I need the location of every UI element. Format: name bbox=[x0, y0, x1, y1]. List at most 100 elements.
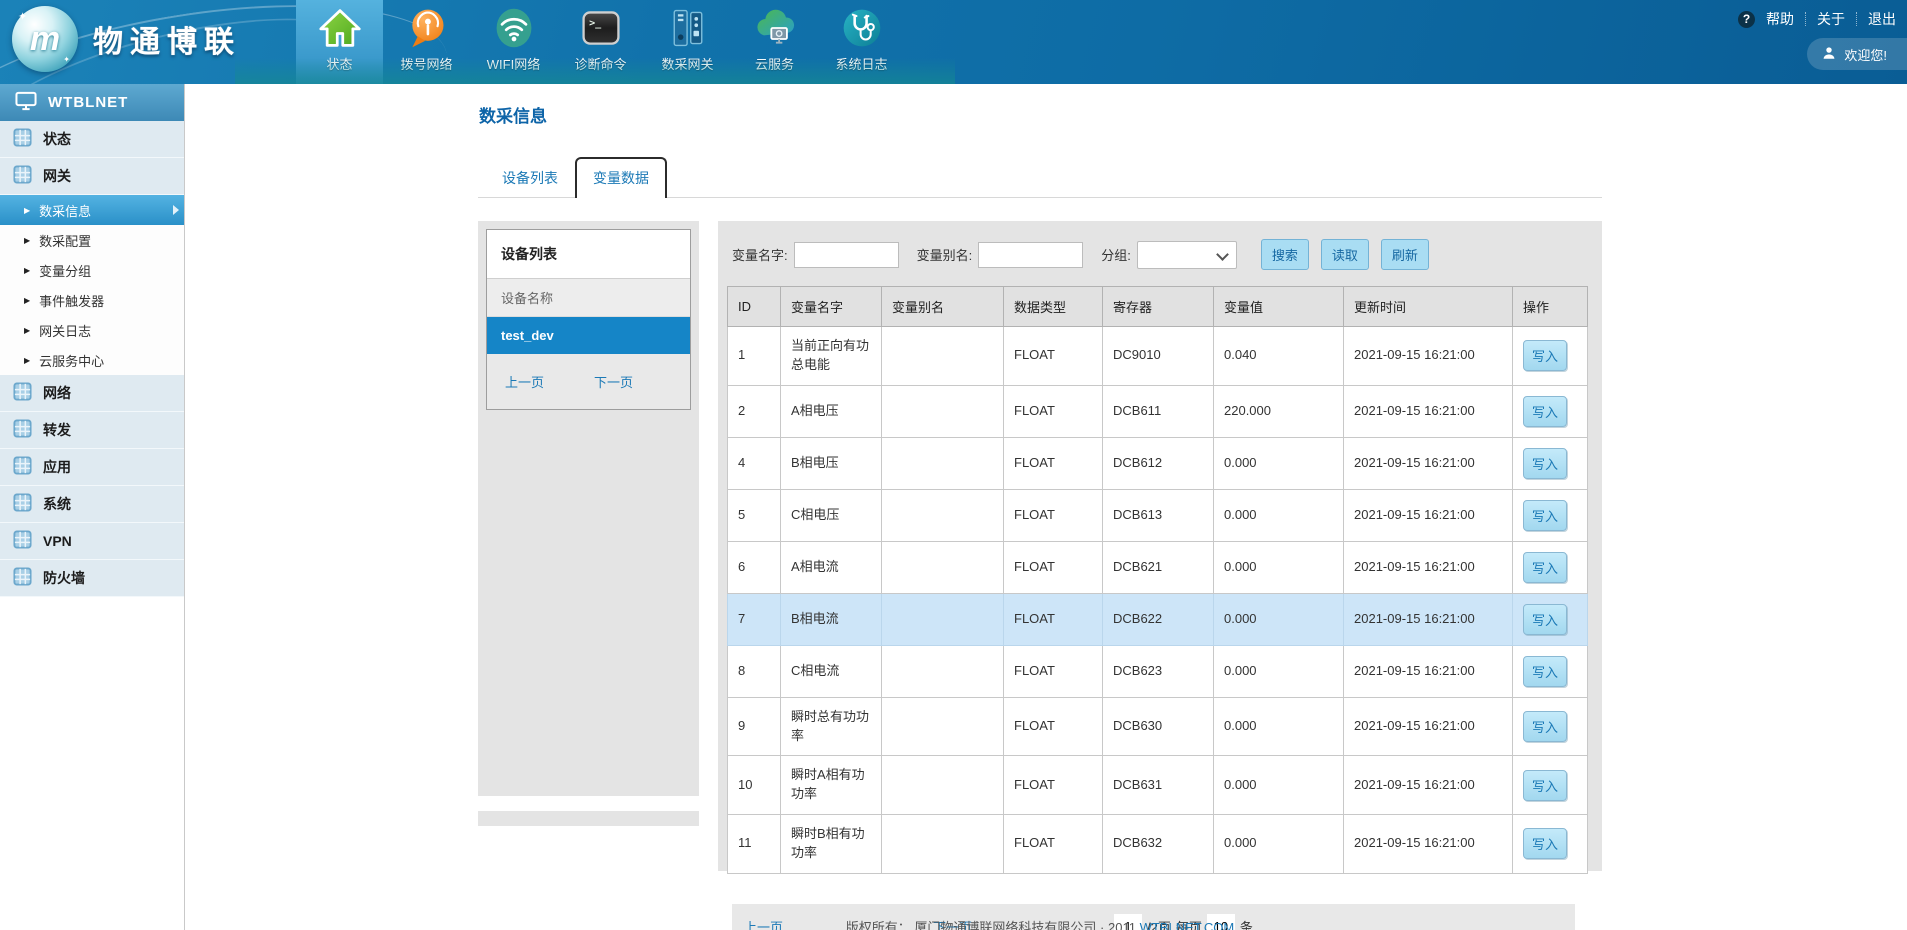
sidebar-item[interactable]: 状态 bbox=[0, 121, 184, 158]
device-name-column-header: 设备名称 bbox=[487, 279, 690, 317]
cell-value: 0.000 bbox=[1214, 489, 1344, 541]
table-row[interactable]: 7 B相电流 FLOAT DCB622 0.000 2021-09-15 16:… bbox=[728, 593, 1588, 645]
cell-id: 9 bbox=[728, 697, 781, 756]
sidebar-item-label: 系统 bbox=[43, 494, 71, 514]
topbar-links: ? 帮助 关于 退出 bbox=[1738, 9, 1896, 29]
grid-icon bbox=[13, 128, 32, 150]
app-window: m 物通博联 状态 拨号网络 WIFI网络 >_ 诊断命令 数采网关 云服务 系… bbox=[0, 0, 1907, 930]
column-header: 操作 bbox=[1513, 287, 1588, 327]
search-button[interactable]: 搜索 bbox=[1261, 239, 1309, 270]
cell-register: DCB612 bbox=[1103, 437, 1214, 489]
sidebar-item[interactable]: VPN bbox=[0, 523, 184, 560]
sidebar-subitem[interactable]: 事件触发器 bbox=[0, 285, 184, 315]
prev-page-link[interactable]: 上一页 bbox=[744, 917, 783, 930]
table-row[interactable]: 6 A相电流 FLOAT DCB621 0.000 2021-09-15 16:… bbox=[728, 541, 1588, 593]
sidebar-subitem[interactable]: 变量分组 bbox=[0, 255, 184, 285]
table-row[interactable]: 8 C相电流 FLOAT DCB623 0.000 2021-09-15 16:… bbox=[728, 645, 1588, 697]
write-button[interactable]: 写入 bbox=[1523, 396, 1567, 427]
sidebar-subitem[interactable]: 数采信息 bbox=[0, 195, 184, 225]
tab-device-list[interactable]: 设备列表 bbox=[485, 159, 575, 197]
sidebar-subitem[interactable]: 云服务中心 bbox=[0, 345, 184, 375]
help-icon[interactable]: ? bbox=[1738, 11, 1755, 28]
footer-site-link[interactable]: WTBLNET.COM bbox=[1140, 920, 1235, 930]
device-pager: 上一页 下一页 bbox=[487, 354, 690, 409]
brand-logo-icon: m bbox=[12, 6, 78, 72]
table-row[interactable]: 10 瞬时A相有功功率 FLOAT DCB631 0.000 2021-09-1… bbox=[728, 756, 1588, 815]
cell-id: 10 bbox=[728, 756, 781, 815]
welcome-badge[interactable]: 欢迎您! bbox=[1807, 38, 1907, 70]
sidebar-subitem[interactable]: 数采配置 bbox=[0, 225, 184, 255]
sidebar-item[interactable]: 应用 bbox=[0, 449, 184, 486]
table-row[interactable]: 9 瞬时总有功功率 FLOAT DCB630 0.000 2021-09-15 … bbox=[728, 697, 1588, 756]
cell-id: 4 bbox=[728, 437, 781, 489]
help-link[interactable]: 帮助 bbox=[1766, 9, 1794, 29]
table-row[interactable]: 4 B相电压 FLOAT DCB612 0.000 2021-09-15 16:… bbox=[728, 437, 1588, 489]
sidebar-item[interactable]: 防火墙 bbox=[0, 560, 184, 597]
variable-name-input[interactable] bbox=[794, 242, 899, 268]
cell-value: 0.000 bbox=[1214, 541, 1344, 593]
nav-item[interactable]: 系统日志 bbox=[818, 0, 905, 84]
write-button[interactable]: 写入 bbox=[1523, 656, 1567, 687]
sidebar-item[interactable]: 网关 bbox=[0, 158, 184, 195]
cell-id: 2 bbox=[728, 385, 781, 437]
write-button[interactable]: 写入 bbox=[1523, 604, 1567, 635]
device-next-page-link[interactable]: 下一页 bbox=[594, 372, 633, 391]
nav-item-label: 数采网关 bbox=[661, 54, 713, 73]
sidebar-subitem[interactable]: 网关日志 bbox=[0, 315, 184, 345]
cell-value: 0.000 bbox=[1214, 437, 1344, 489]
write-button[interactable]: 写入 bbox=[1523, 552, 1567, 583]
welcome-text: 欢迎您! bbox=[1844, 45, 1887, 64]
table-row[interactable]: 2 A相电压 FLOAT DCB611 220.000 2021-09-15 1… bbox=[728, 385, 1588, 437]
tab-variable-data[interactable]: 变量数据 bbox=[575, 157, 667, 198]
nav-item[interactable]: 拨号网络 bbox=[383, 0, 470, 84]
unit-label: 条 bbox=[1240, 917, 1253, 930]
write-button[interactable]: 写入 bbox=[1523, 340, 1567, 371]
cell-id: 1 bbox=[728, 327, 781, 386]
sidebar-item[interactable]: 转发 bbox=[0, 412, 184, 449]
write-button[interactable]: 写入 bbox=[1523, 448, 1567, 479]
table-row[interactable]: 11 瞬时B相有功功率 FLOAT DCB632 0.000 2021-09-1… bbox=[728, 815, 1588, 874]
syslog-icon bbox=[839, 5, 885, 51]
write-button[interactable]: 写入 bbox=[1523, 711, 1567, 742]
nav-item[interactable]: 数采网关 bbox=[644, 0, 731, 84]
divider bbox=[1805, 12, 1806, 26]
sidebar: WTBLNET 状态 网关 数采信息 数采配置 变量分组 事件触发器 网关日志 … bbox=[0, 84, 185, 930]
logout-link[interactable]: 退出 bbox=[1868, 9, 1896, 29]
cell-alias bbox=[882, 437, 1004, 489]
sidebar-item[interactable]: 网络 bbox=[0, 375, 184, 412]
column-header: 变量名字 bbox=[781, 287, 882, 327]
device-prev-page-link[interactable]: 上一页 bbox=[505, 372, 544, 391]
cell-alias bbox=[882, 756, 1004, 815]
main-area: 数采信息 设备列表 变量数据 设备列表 设备名称 test_dev bbox=[185, 84, 1907, 930]
about-link[interactable]: 关于 bbox=[1817, 9, 1845, 29]
nav-item[interactable]: WIFI网络 bbox=[470, 0, 557, 84]
cell-name: A相电压 bbox=[781, 385, 882, 437]
group-select[interactable] bbox=[1137, 241, 1237, 269]
cell-updated: 2021-09-15 16:21:00 bbox=[1344, 645, 1513, 697]
column-header: 变量别名 bbox=[882, 287, 1004, 327]
sidebar-item-label: 数采信息 bbox=[39, 201, 91, 220]
cell-alias bbox=[882, 385, 1004, 437]
sidebar-item[interactable]: 系统 bbox=[0, 486, 184, 523]
table-row[interactable]: 1 当前正向有功总电能 FLOAT DC9010 0.040 2021-09-1… bbox=[728, 327, 1588, 386]
refresh-button[interactable]: 刷新 bbox=[1381, 239, 1429, 270]
cell-type: FLOAT bbox=[1004, 645, 1103, 697]
nav-item[interactable]: 云服务 bbox=[731, 0, 818, 84]
cell-register: DC9010 bbox=[1103, 327, 1214, 386]
nav-item[interactable]: >_ 诊断命令 bbox=[557, 0, 644, 84]
read-button[interactable]: 读取 bbox=[1321, 239, 1369, 270]
cell-name: C相电流 bbox=[781, 645, 882, 697]
nav-item[interactable]: 状态 bbox=[296, 0, 383, 84]
grid-icon bbox=[13, 419, 32, 441]
device-panel-footer-strip bbox=[478, 811, 699, 826]
write-button[interactable]: 写入 bbox=[1523, 828, 1567, 859]
table-row[interactable]: 5 C相电压 FLOAT DCB613 0.000 2021-09-15 16:… bbox=[728, 489, 1588, 541]
cell-register: DCB632 bbox=[1103, 815, 1214, 874]
write-button[interactable]: 写入 bbox=[1523, 500, 1567, 531]
cell-alias bbox=[882, 815, 1004, 874]
device-list-item[interactable]: test_dev bbox=[487, 317, 690, 354]
variable-alias-input[interactable] bbox=[978, 242, 1083, 268]
write-button[interactable]: 写入 bbox=[1523, 770, 1567, 801]
svg-text:>_: >_ bbox=[589, 18, 602, 29]
sidebar-menu: 状态 网关 数采信息 数采配置 变量分组 事件触发器 网关日志 云服务中心 网络… bbox=[0, 121, 184, 597]
